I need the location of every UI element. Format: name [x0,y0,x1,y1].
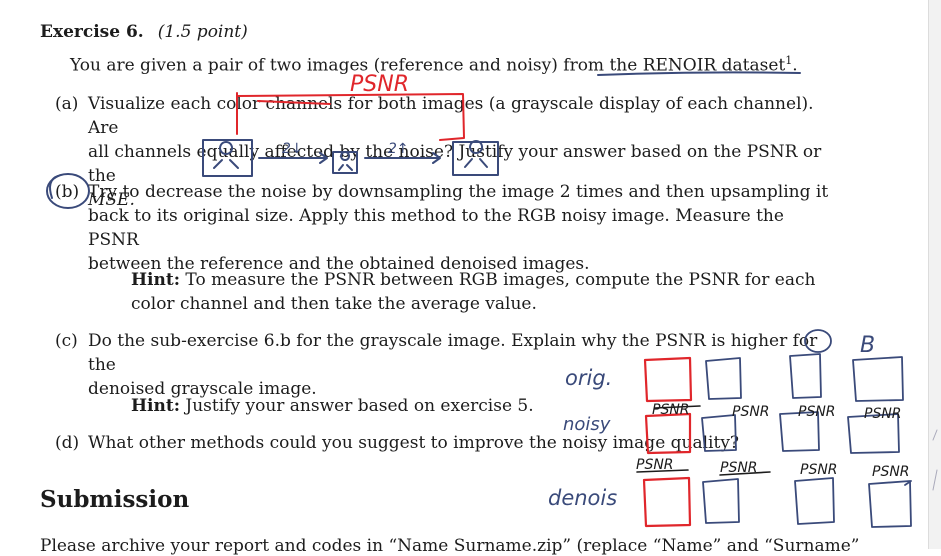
intro-text: You are given a pair of two images (refe… [70,55,786,76]
item-line: back to its original size. Apply this me… [88,206,784,250]
exercise-points: (1.5 point) [157,22,248,42]
item-label: (c) [55,331,78,351]
item-line: What other methods could you suggest to … [88,433,740,453]
vertical-scrollbar[interactable] [928,0,941,549]
item-line: Do the sub-exercise 6.b for the grayscal… [88,331,818,375]
hint-label: Hint: [131,270,181,290]
item-label: (b) [55,182,80,202]
document-page: Exercise 6. (1.5 point) You are given a p… [0,0,941,556]
annotation-channel-b: B [860,333,875,358]
exercise-intro: You are given a pair of two images (refe… [70,54,798,76]
item-label: (a) [55,94,79,114]
hint-1: Hint: To measure the PSNR between RGB im… [131,268,831,316]
annotation-psnr-row2: PSNR [800,462,838,478]
annotation-psnr-row: PSNR [864,406,902,422]
submission-heading: Submission [40,486,190,513]
annotation-psnr-row2: PSNR [872,464,910,480]
item-text: Try to decrease the noise by downsamplin… [88,180,833,276]
annotation-denois: denois [548,486,617,510]
submission-text-cutoff: Please archive your report and codes in … [40,536,860,556]
annotation-psnr-row2: PSNR [720,460,758,476]
intro-end: . [792,55,798,76]
annotation-psnr-row2: PSNR [636,457,674,473]
item-line: Visualize each color channels for both i… [88,94,814,138]
hint-label: Hint: [131,396,181,416]
hint-2: Hint: Justify your answer based on exerc… [131,394,831,418]
item-line: Try to decrease the noise by downsamplin… [88,182,829,202]
hint-text: Justify your answer based on exercise 5. [185,396,534,416]
hint-text: To measure the PSNR between RGB images, … [185,270,816,290]
exercise-heading: Exercise 6. (1.5 point) [40,22,248,42]
hint-text: color channel and then take the average … [131,294,537,314]
item-label: (d) [55,433,80,453]
item-text: What other methods could you suggest to … [88,431,833,455]
exercise-title: Exercise 6. [40,22,144,42]
item-text: Do the sub-exercise 6.b for the grayscal… [88,329,833,401]
